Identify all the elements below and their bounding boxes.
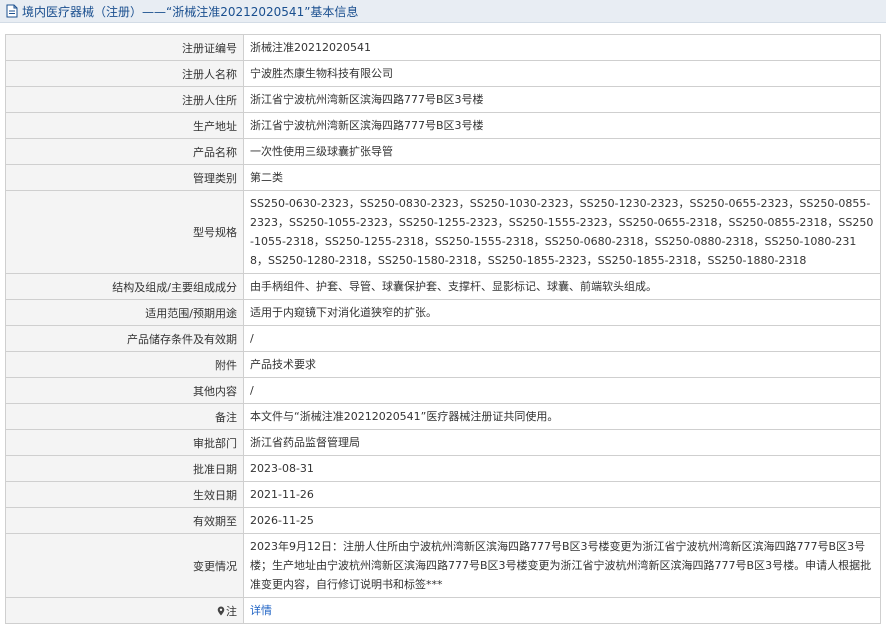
table-row-approval-date: 批准日期 2023-08-31 (5, 455, 881, 482)
table-row-model-spec: 型号规格 SS250-0630-2323，SS250-0830-2323，SS2… (5, 190, 881, 274)
table-row-intended-use: 适用范围/预期用途 适用于内窥镜下对消化道狭窄的扩张。 (5, 299, 881, 326)
row-label: 注册证编号 (5, 34, 244, 61)
row-label: 备注 (5, 403, 244, 430)
table-row-structure: 结构及组成/主要组成成分 由手柄组件、护套、导管、球囊保护套、支撑杆、显影标记、… (5, 273, 881, 300)
row-label-note: 注 (5, 597, 244, 624)
row-value: SS250-0630-2323，SS250-0830-2323，SS250-10… (243, 190, 881, 274)
table-row-approval-dept: 审批部门 浙江省药品监督管理局 (5, 429, 881, 456)
row-value: 浙械注准20212020541 (243, 34, 881, 61)
row-value: 宁波胜杰康生物科技有限公司 (243, 60, 881, 87)
table-row-changes: 变更情况 2023年9月12日：注册人住所由宁波杭州湾新区滨海四路777号B区3… (5, 533, 881, 598)
table-row-registrant-address: 注册人住所 浙江省宁波杭州湾新区滨海四路777号B区3号楼 (5, 86, 881, 113)
row-label: 管理类别 (5, 164, 244, 191)
table-row-storage: 产品储存条件及有效期 / (5, 325, 881, 352)
row-label: 变更情况 (5, 533, 244, 598)
row-label: 产品名称 (5, 138, 244, 165)
info-panel: 注册证编号 浙械注准20212020541 注册人名称 宁波胜杰康生物科技有限公… (5, 34, 881, 624)
row-label: 型号规格 (5, 190, 244, 274)
row-label: 注册人名称 (5, 60, 244, 87)
row-value: 2026-11-25 (243, 507, 881, 534)
row-label: 有效期至 (5, 507, 244, 534)
row-label: 其他内容 (5, 377, 244, 404)
row-value: 浙江省药品监督管理局 (243, 429, 881, 456)
row-value: 由手柄组件、护套、导管、球囊保护套、支撑杆、显影标记、球囊、前端软头组成。 (243, 273, 881, 300)
row-value: 适用于内窥镜下对消化道狭窄的扩张。 (243, 299, 881, 326)
info-table: 注册证编号 浙械注准20212020541 注册人名称 宁波胜杰康生物科技有限公… (5, 34, 881, 624)
row-value: 浙江省宁波杭州湾新区滨海四路777号B区3号楼 (243, 112, 881, 139)
row-label: 审批部门 (5, 429, 244, 456)
page-header: 境内医疗器械（注册）——“浙械注准20212020541”基本信息 (0, 0, 886, 23)
row-value: 本文件与“浙械注准20212020541”医疗器械注册证共同使用。 (243, 403, 881, 430)
table-row-effective-date: 生效日期 2021-11-26 (5, 481, 881, 508)
row-label: 适用范围/预期用途 (5, 299, 244, 326)
table-row-management-class: 管理类别 第二类 (5, 164, 881, 191)
table-row-valid-until: 有效期至 2026-11-25 (5, 507, 881, 534)
row-value: 产品技术要求 (243, 351, 881, 378)
row-label: 生产地址 (5, 112, 244, 139)
table-row-production-address: 生产地址 浙江省宁波杭州湾新区滨海四路777号B区3号楼 (5, 112, 881, 139)
row-value: 一次性使用三级球囊扩张导管 (243, 138, 881, 165)
row-label: 注册人住所 (5, 86, 244, 113)
row-value: 详情 (243, 597, 881, 624)
row-value: / (243, 377, 881, 404)
note-label: 注 (226, 604, 237, 618)
row-value: 第二类 (243, 164, 881, 191)
row-label: 结构及组成/主要组成成分 (5, 273, 244, 300)
table-row-registration-number: 注册证编号 浙械注准20212020541 (5, 34, 881, 61)
row-label: 批准日期 (5, 455, 244, 482)
table-row-remark: 备注 本文件与“浙械注准20212020541”医疗器械注册证共同使用。 (5, 403, 881, 430)
table-row-registrant-name: 注册人名称 宁波胜杰康生物科技有限公司 (5, 60, 881, 87)
row-value: / (243, 325, 881, 352)
row-label: 产品储存条件及有效期 (5, 325, 244, 352)
row-value: 浙江省宁波杭州湾新区滨海四路777号B区3号楼 (243, 86, 881, 113)
pin-icon (217, 606, 225, 616)
row-value: 2023年9月12日：注册人住所由宁波杭州湾新区滨海四路777号B区3号楼变更为… (243, 533, 881, 598)
detail-link[interactable]: 详情 (250, 604, 272, 617)
row-value: 2021-11-26 (243, 481, 881, 508)
row-label: 生效日期 (5, 481, 244, 508)
table-row-attachment: 附件 产品技术要求 (5, 351, 881, 378)
table-row-other: 其他内容 / (5, 377, 881, 404)
document-icon (6, 4, 18, 18)
table-row-note: 注 详情 (5, 597, 881, 624)
row-value: 2023-08-31 (243, 455, 881, 482)
page-title: 境内医疗器械（注册）——“浙械注准20212020541”基本信息 (22, 4, 359, 19)
table-row-product-name: 产品名称 一次性使用三级球囊扩张导管 (5, 138, 881, 165)
row-label: 附件 (5, 351, 244, 378)
